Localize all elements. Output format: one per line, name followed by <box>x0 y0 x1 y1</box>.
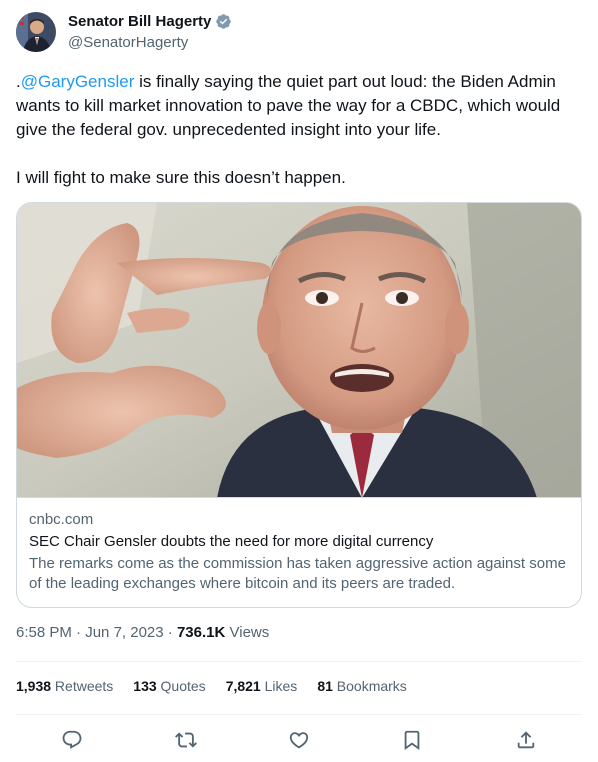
card-domain: cnbc.com <box>29 511 94 528</box>
retweets-count: 1,938 <box>16 678 52 694</box>
card-description: The remarks come as the commission has t… <box>29 555 566 592</box>
tweet-time[interactable]: 6:58 PM <box>16 624 72 641</box>
divider-bottom <box>16 714 582 715</box>
like-icon <box>289 732 309 749</box>
like-button[interactable] <box>283 724 315 756</box>
tweet-header: Senator Bill Hagerty @SenatorHagerty <box>16 12 582 54</box>
link-card[interactable]: cnbc.com SEC Chair Gensler doubts the ne… <box>16 202 582 608</box>
divider-top <box>16 661 582 662</box>
quotes-label: Quotes <box>156 678 206 694</box>
retweets-stat[interactable]: 1,938 Retweets <box>16 678 113 694</box>
tweet-meta: 6:58 PM · Jun 7, 2023 · 736.1K Views <box>16 624 269 641</box>
retweets-label: Retweets <box>51 678 114 694</box>
views-label: Views <box>225 624 270 641</box>
bookmarks-label: Bookmarks <box>332 678 407 694</box>
avatar[interactable] <box>16 12 56 52</box>
mention-link[interactable]: @GaryGensler <box>21 72 135 91</box>
tweet-text: .@GaryGensler is finally saying the quie… <box>16 70 586 190</box>
likes-stat[interactable]: 7,821 Likes <box>226 678 298 694</box>
name-row: Senator Bill Hagerty <box>68 13 232 30</box>
meta-separator-2: · <box>163 624 177 641</box>
share-button[interactable] <box>510 724 542 756</box>
bookmark-icon <box>404 730 420 751</box>
retweet-button[interactable] <box>170 724 202 756</box>
display-name[interactable]: Senator Bill Hagerty <box>68 13 211 30</box>
likes-label: Likes <box>260 678 298 694</box>
verified-badge-icon <box>215 13 232 30</box>
share-icon <box>517 731 535 749</box>
quotes-count: 133 <box>133 678 157 694</box>
handle[interactable]: @SenatorHagerty <box>68 34 188 51</box>
tweet-paragraph-1: .@GaryGensler is finally saying the quie… <box>16 70 586 142</box>
engagement-stats: 1,938 Retweets 133 Quotes 7,821 Likes 81… <box>16 678 407 694</box>
bookmarks-count: 81 <box>317 678 333 694</box>
likes-count: 7,821 <box>225 678 261 694</box>
bookmarks-stat[interactable]: 81 Bookmarks <box>317 678 407 694</box>
meta-separator: · <box>71 624 86 641</box>
card-body: cnbc.com SEC Chair Gensler doubts the ne… <box>29 510 569 594</box>
retweet-icon <box>175 732 197 748</box>
tweet-paragraph-2: I will fight to make sure this doesn’t h… <box>16 168 346 187</box>
reply-icon <box>62 730 82 749</box>
quotes-stat[interactable]: 133 Quotes <box>133 678 205 694</box>
action-bar <box>16 724 582 756</box>
card-title: SEC Chair Gensler doubts the need for mo… <box>29 533 434 550</box>
reply-button[interactable] <box>56 724 88 756</box>
tweet-date[interactable]: Jun 7, 2023 <box>85 624 163 641</box>
bookmark-button[interactable] <box>396 724 428 756</box>
card-image[interactable] <box>17 203 581 498</box>
views-count: 736.1K <box>176 624 226 641</box>
